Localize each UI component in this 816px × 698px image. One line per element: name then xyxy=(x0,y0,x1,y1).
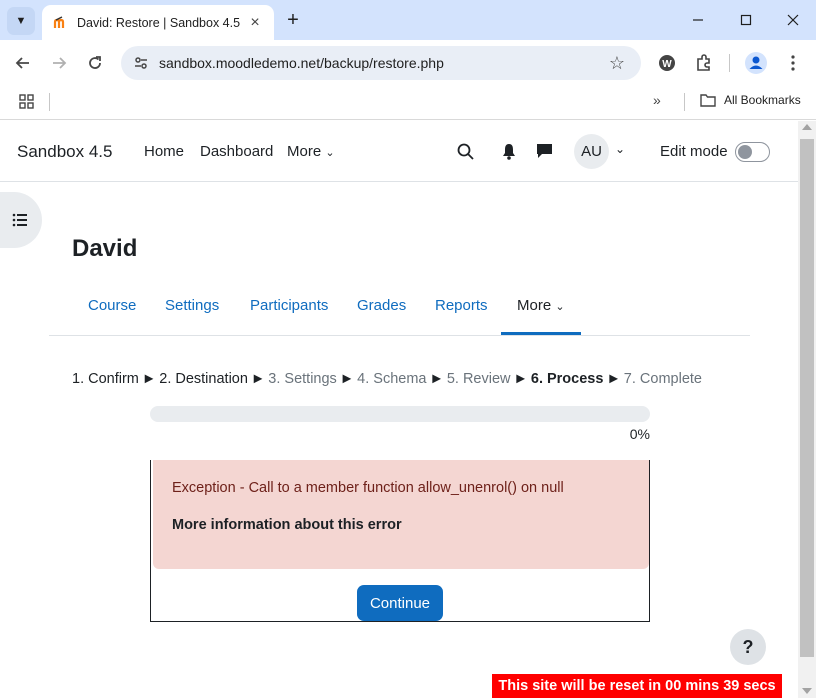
more-info-link[interactable]: More information about this error xyxy=(172,517,402,533)
toggle-knob xyxy=(738,145,752,159)
tab-search-button[interactable]: ▼ xyxy=(7,7,35,35)
close-window-button[interactable] xyxy=(778,6,808,34)
tab-course[interactable]: Course xyxy=(88,297,136,314)
arrow-left-icon xyxy=(15,57,29,69)
browser-titlebar: ▼ David: Restore | Sandbox 4.5 × + xyxy=(0,0,816,40)
bookmarks-bar: » All Bookmarks xyxy=(0,86,816,120)
step-separator: ► xyxy=(606,371,621,387)
scrollbar-thumb[interactable] xyxy=(800,139,814,657)
bookmark-star-icon[interactable]: ☆ xyxy=(603,49,631,77)
profile-icon xyxy=(745,52,767,74)
page-scrollbar[interactable] xyxy=(798,121,816,698)
step-separator: ► xyxy=(429,371,444,387)
step-confirm: 1. Confirm xyxy=(72,371,139,387)
error-message: Exception - Call to a member function al… xyxy=(172,480,564,496)
bookmarks-divider xyxy=(49,93,50,111)
course-secondary-nav: Course Settings Participants Grades Repo… xyxy=(49,286,750,336)
messages-chat-icon[interactable] xyxy=(533,140,555,162)
new-tab-button[interactable]: + xyxy=(281,8,305,32)
course-title: David xyxy=(72,235,138,262)
step-complete: 7. Complete xyxy=(623,371,702,387)
progress-percent: 0% xyxy=(629,426,650,442)
error-container: Exception - Call to a member function al… xyxy=(150,460,650,622)
reload-button[interactable] xyxy=(81,49,109,77)
continue-button[interactable]: Continue xyxy=(357,585,443,621)
tab-participants[interactable]: Participants xyxy=(250,297,328,314)
nav-more-label: More xyxy=(287,143,322,160)
chevron-down-icon: ⌄ xyxy=(325,147,335,159)
search-icon[interactable] xyxy=(454,140,476,162)
error-alert: Exception - Call to a member function al… xyxy=(153,460,649,569)
chevron-down-icon: ⌄ xyxy=(555,301,565,313)
kebab-menu-icon xyxy=(791,55,795,71)
step-process: 6. Process xyxy=(530,371,604,387)
folder-icon xyxy=(700,94,716,107)
toolbar-divider xyxy=(729,54,730,72)
restore-steps-breadcrumb: 1. Confirm ► 2. Destination ► 3. Settings ► 4.… xyxy=(72,371,702,387)
course-index-drawer-button[interactable] xyxy=(0,192,42,248)
scroll-down-arrow-icon[interactable] xyxy=(802,688,812,694)
tab-grades[interactable]: Grades xyxy=(357,297,406,314)
all-bookmarks-button[interactable]: All Bookmarks xyxy=(700,93,801,107)
user-avatar[interactable]: AU xyxy=(574,134,609,169)
step-separator: ► xyxy=(250,371,266,387)
chevron-down-icon: ▼ xyxy=(15,15,27,27)
nav-home-link[interactable]: Home xyxy=(144,143,184,160)
list-icon xyxy=(12,213,27,227)
nav-dashboard-link[interactable]: Dashboard xyxy=(200,143,273,160)
extensions-puzzle-icon[interactable] xyxy=(690,49,718,77)
tab-settings[interactable]: Settings xyxy=(165,297,219,314)
browser-toolbar: sandbox.moodledemo.net/backup/restore.ph… xyxy=(0,40,816,86)
step-separator: ► xyxy=(339,371,355,387)
arrow-right-icon xyxy=(53,57,67,69)
site-brand[interactable]: Sandbox 4.5 xyxy=(17,142,112,162)
browser-menu-button[interactable] xyxy=(779,49,807,77)
help-button[interactable]: ? xyxy=(730,629,766,665)
step-destination: 2. Destination xyxy=(159,371,248,387)
svg-text:W: W xyxy=(662,59,672,70)
more-bookmarks-chevron-icon[interactable]: » xyxy=(653,92,661,108)
minimize-window-button[interactable] xyxy=(683,6,713,34)
reload-icon xyxy=(89,56,101,69)
url-text: sandbox.moodledemo.net/backup/restore.ph… xyxy=(159,55,444,71)
tab-more[interactable]: More ⌄ xyxy=(517,297,565,314)
notifications-bell-icon[interactable] xyxy=(498,140,520,162)
scroll-up-arrow-icon[interactable] xyxy=(802,124,812,130)
maximize-window-button[interactable] xyxy=(731,6,761,34)
extension-w-icon[interactable]: W xyxy=(653,49,681,77)
moodle-navbar: Sandbox 4.5 Home Dashboard More ⌄ AU ⌄ E… xyxy=(0,121,798,182)
step-review: 5. Review xyxy=(446,371,511,387)
all-bookmarks-label: All Bookmarks xyxy=(724,93,801,107)
site-info-icon[interactable] xyxy=(127,49,155,77)
profile-button[interactable] xyxy=(742,49,770,77)
edit-mode-label: Edit mode xyxy=(660,143,728,160)
step-schema: 4. Schema xyxy=(357,371,427,387)
forward-button[interactable] xyxy=(45,49,73,77)
apps-grid-icon[interactable] xyxy=(18,93,36,111)
bookmarks-divider xyxy=(684,93,685,111)
active-tab-indicator xyxy=(501,332,581,335)
step-separator: ► xyxy=(141,371,157,387)
user-menu-chevron-icon[interactable]: ⌄ xyxy=(615,142,625,156)
web-page: Sandbox 4.5 Home Dashboard More ⌄ AU ⌄ E… xyxy=(0,121,798,698)
tab-reports[interactable]: Reports xyxy=(435,297,488,314)
browser-tab[interactable]: David: Restore | Sandbox 4.5 × xyxy=(42,5,274,40)
tab-more-label: More xyxy=(517,297,552,314)
site-reset-banner: This site will be reset in 00 mins 39 se… xyxy=(492,674,782,698)
step-separator: ► xyxy=(513,371,528,387)
back-button[interactable] xyxy=(9,49,37,77)
moodle-favicon-icon xyxy=(53,15,69,31)
edit-mode-toggle[interactable] xyxy=(735,142,770,162)
tab-title: David: Restore | Sandbox 4.5 xyxy=(77,15,241,30)
close-tab-icon[interactable]: × xyxy=(244,12,266,34)
address-bar[interactable]: sandbox.moodledemo.net/backup/restore.ph… xyxy=(121,46,641,80)
step-settings: 3. Settings xyxy=(268,371,337,387)
nav-more-menu[interactable]: More ⌄ xyxy=(287,143,335,160)
restore-progress-bar xyxy=(150,406,650,422)
